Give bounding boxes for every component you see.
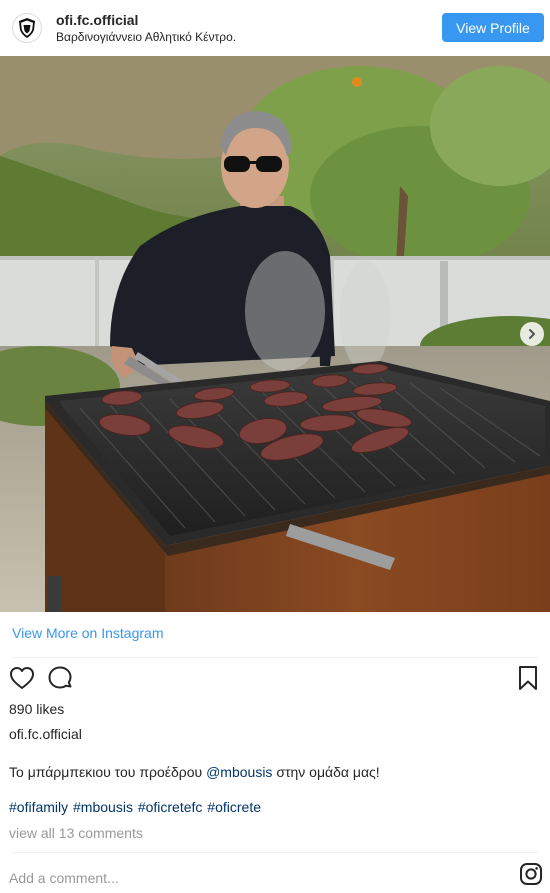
location[interactable]: Βαρδινογιάννειο Αθλητικό Κέντρο.	[56, 29, 236, 45]
username[interactable]: ofi.fc.official	[56, 12, 236, 29]
post-photo[interactable]	[0, 56, 550, 612]
view-comments-link[interactable]: view all 13 comments	[9, 825, 143, 841]
divider	[12, 852, 538, 853]
divider	[12, 657, 538, 658]
view-profile-button[interactable]: View Profile	[442, 13, 544, 42]
post-header: ofi.fc.official Βαρδινογιάννειο Αθλητικό…	[0, 0, 550, 56]
save-button[interactable]	[514, 664, 542, 692]
barbecue-photo	[0, 56, 550, 612]
like-button[interactable]	[8, 664, 36, 692]
chevron-right-icon	[529, 329, 535, 339]
instagram-icon	[520, 863, 542, 885]
post-hashtags[interactable]: #ofifamily #mbousis #oficretefc #oficret…	[9, 799, 261, 815]
action-bar	[0, 662, 550, 696]
post-owner[interactable]: ofi.fc.official	[9, 726, 82, 742]
instagram-logo-link[interactable]	[519, 862, 543, 886]
club-crest-icon	[19, 18, 35, 38]
bookmark-icon	[519, 666, 537, 690]
carousel-next-button[interactable]	[520, 322, 544, 346]
post-caption: Το μπάρμπεκιου του προέδρου @mbousis στη…	[9, 764, 380, 780]
caption-text: Το μπάρμπεκιου του προέδρου	[9, 764, 207, 780]
add-comment-input[interactable]	[9, 868, 489, 888]
view-more-link[interactable]: View More on Instagram	[12, 625, 163, 641]
heart-icon	[10, 667, 34, 689]
caption-mention[interactable]: @mbousis	[206, 764, 272, 780]
likes-count[interactable]: 890 likes	[9, 701, 64, 717]
avatar[interactable]	[12, 13, 42, 43]
caption-text-end: στην ομάδα μας!	[272, 764, 380, 780]
comment-icon	[48, 666, 72, 689]
comment-button[interactable]	[46, 664, 74, 692]
